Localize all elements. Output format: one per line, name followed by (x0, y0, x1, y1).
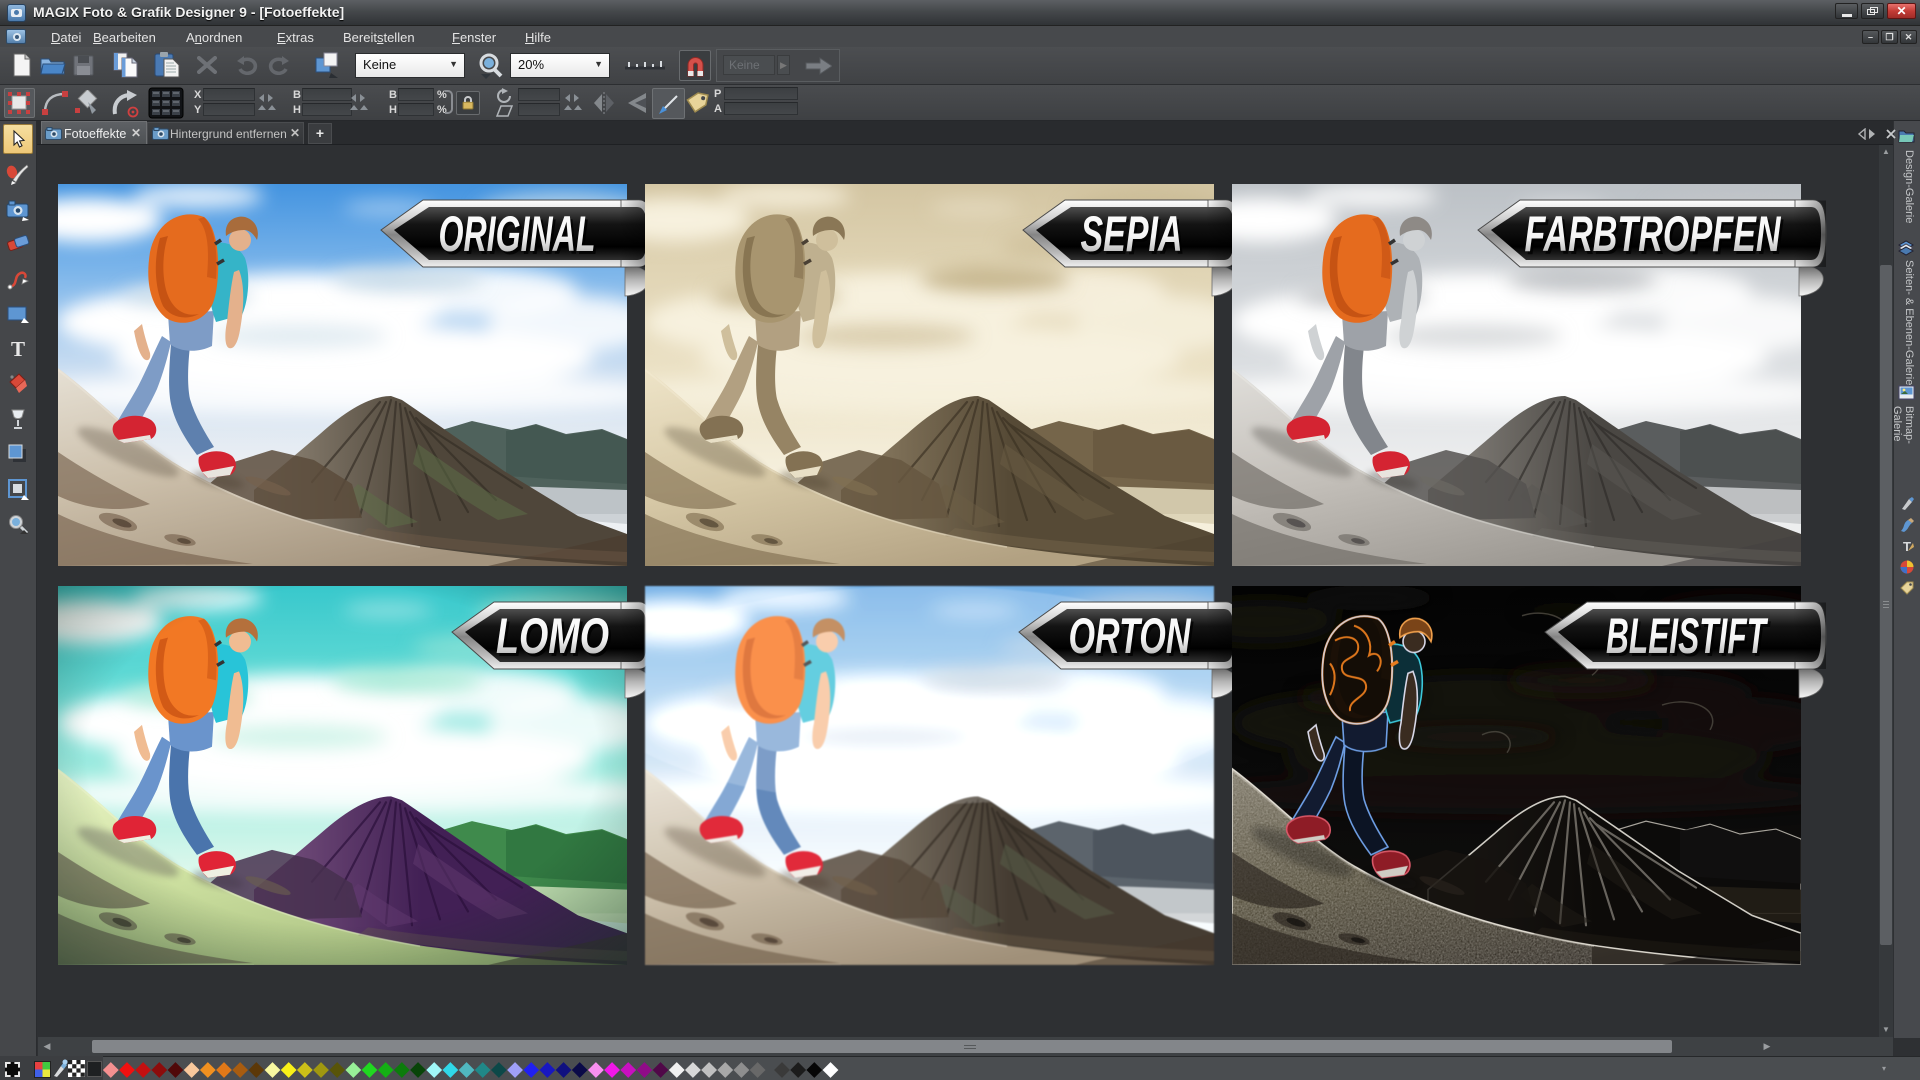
svg-text:FARBTROPFEN: FARBTROPFEN (1525, 206, 1782, 262)
svg-text:BLEISTIFT: BLEISTIFT (1606, 608, 1769, 664)
svg-text:T: T (1903, 539, 1911, 554)
svg-text:LOMO: LOMO (496, 608, 609, 664)
svg-text:ORTON: ORTON (1069, 608, 1192, 664)
svg-text:SEPIA: SEPIA (1081, 206, 1183, 262)
svg-text:ORIGINAL: ORIGINAL (439, 206, 596, 262)
